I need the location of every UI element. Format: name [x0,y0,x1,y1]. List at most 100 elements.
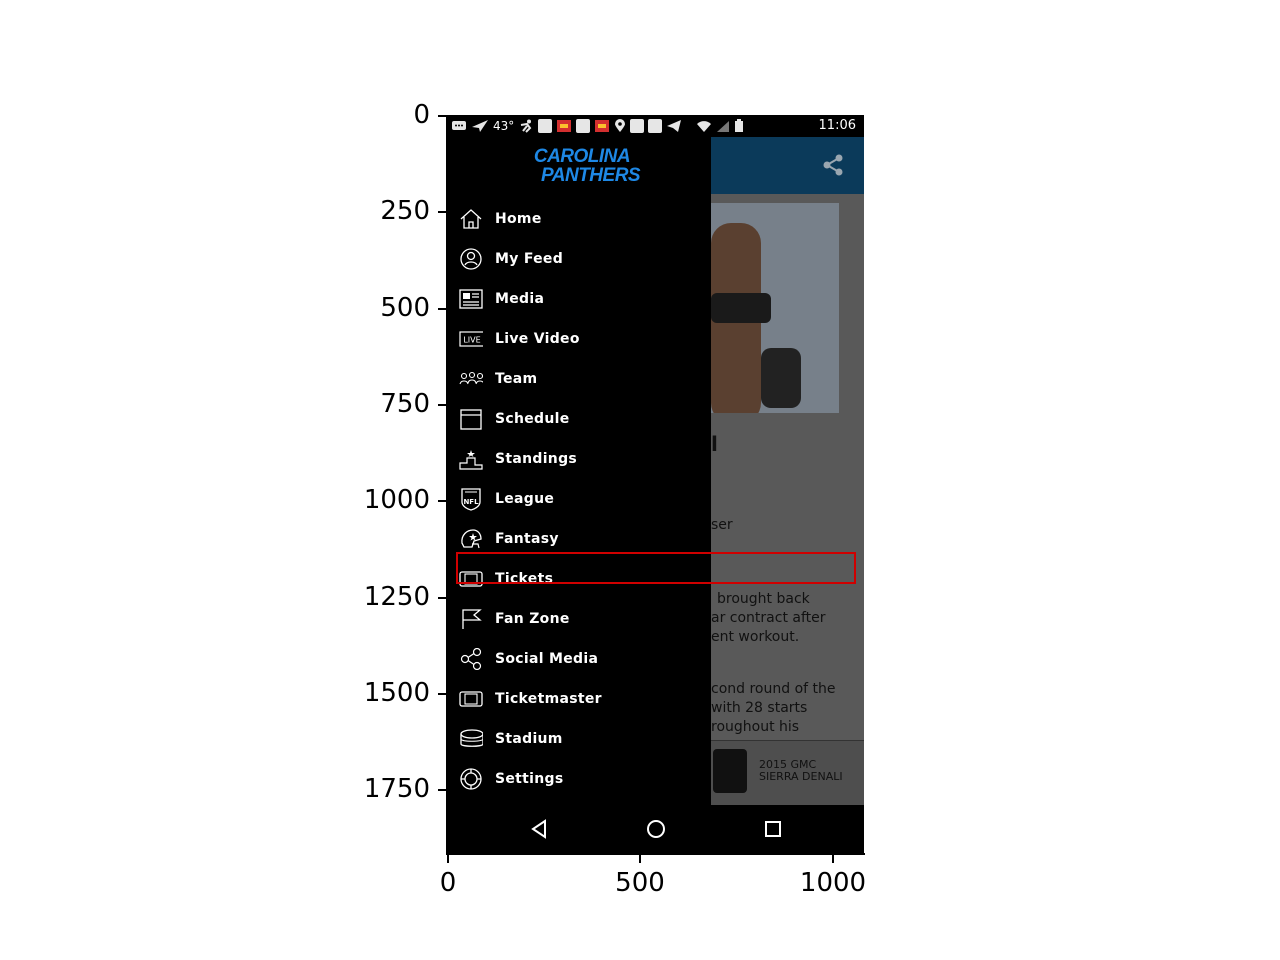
x-tick-mark [639,855,641,863]
status-bar: 43° 11:06 [447,115,864,137]
y-tick-label: 1000 [363,485,430,516]
x-tick-label: 1000 [799,868,867,898]
x-tick-label: 0 [439,868,457,898]
y-tick-mark [438,692,446,695]
location-icon [614,119,626,133]
article-photo [711,203,839,413]
menu-item-team[interactable]: Team [447,359,711,399]
plane-icon [471,119,489,133]
highlight-box [456,552,856,584]
menu-item-settings[interactable]: Settings [447,759,711,799]
menu-item-stadium[interactable]: Stadium [447,719,711,759]
y-tick-mark [438,403,446,406]
podium-icon [459,447,483,471]
ad-text: 2015 GMC SIERRA DENALI [759,758,843,783]
logo-line-1: CAROLINA [533,146,631,167]
signal-icon [716,120,730,133]
ticket-icon [459,687,483,711]
temperature: 43° [493,119,515,133]
menu-item-fan-zone[interactable]: Fan Zone [447,599,711,639]
menu-label: My Feed [495,251,564,267]
menu-item-schedule[interactable]: Schedule [447,399,711,439]
y-tick-mark [438,115,446,117]
runner-icon [518,119,534,133]
menu-label: Fan Zone [495,611,570,627]
navigation-drawer: CAROLINA PANTHERS Home My Feed Media LIV… [447,137,711,805]
y-tick-label: 750 [380,388,430,419]
pow-icon [594,119,610,133]
x-tick-mark [447,855,449,863]
y-tick-mark [438,500,446,503]
menu-item-standings[interactable]: Standings [447,439,711,479]
pow-icon [556,119,572,133]
group-icon [459,367,483,391]
flag-icon [459,607,483,631]
user-circle-icon [459,247,483,271]
x-tick-label: 500 [615,868,665,898]
helmet-icon [459,527,483,551]
menu-label: Standings [495,451,578,467]
truck-image [713,749,747,793]
menu-item-ticketmaster[interactable]: Ticketmaster [447,679,711,719]
menu-label: Media [495,291,545,307]
system-nav-bar [447,805,864,855]
menu-label: Live Video [495,331,580,347]
recents-button[interactable] [764,819,782,843]
home-button[interactable] [646,819,666,843]
share-icon[interactable] [822,154,844,180]
wifi-icon [696,120,712,133]
background-article: l ser brought back ar contract after ent… [711,137,864,805]
menu-item-media[interactable]: Media [447,279,711,319]
battery-icon [734,119,744,133]
article-text-line: roughout his [711,719,800,735]
menu-label: Settings [495,771,564,787]
menu-item-social-media[interactable]: Social Media [447,639,711,679]
menu-item-live-video[interactable]: LIVE Live Video [447,319,711,359]
y-tick-label: 0 [413,100,430,130]
stadium-icon [459,727,483,751]
telegram-icon [666,119,682,133]
notification-icon [630,119,645,133]
x-tick-mark [832,855,834,863]
newspaper-icon [459,287,483,311]
share-nodes-icon [459,647,483,671]
team-logo[interactable]: CAROLINA PANTHERS [527,146,641,186]
gear-icon [459,767,483,791]
y-tick-label: 250 [380,196,430,227]
y-tick-mark [438,211,446,214]
menu-item-my-feed[interactable]: My Feed [447,239,711,279]
menu-label: Team [495,371,538,387]
nfl-shield-icon: NFL [459,487,483,511]
menu-label: League [495,491,555,507]
phone-screen: 43° 11:06 l ser brought back ar contract… [447,115,864,855]
live-icon: LIVE [459,327,483,351]
menu-label: Schedule [495,411,570,427]
notification-icon [648,119,663,133]
menu-label: Ticketmaster [495,691,602,707]
menu-label: Fantasy [495,531,559,547]
y-tick-mark [438,307,446,310]
article-byline: ser [711,517,733,533]
notification-icon [538,119,553,133]
home-icon [459,207,483,231]
menu-label: Social Media [495,651,599,667]
svg-text:NFL: NFL [463,498,479,506]
y-tick-label: 500 [380,292,430,323]
article-text-line: cond round of the [711,681,836,697]
message-icon [451,120,467,132]
ad-banner[interactable]: 2015 GMC SIERRA DENALI [711,740,864,805]
article-headline: l [711,432,718,456]
y-tick-label: 1250 [363,581,430,612]
article-text-line: ar contract after [711,610,826,626]
notification-icon [576,119,591,133]
y-tick-mark [438,789,446,792]
logo-line-2: PANTHERS [541,165,641,186]
article-text-line: brought back [717,591,810,607]
menu-item-league[interactable]: NFL League [447,479,711,519]
back-button[interactable] [530,819,548,843]
y-tick-label: 1750 [363,774,430,805]
y-tick-label: 1500 [363,677,430,708]
svg-text:LIVE: LIVE [463,336,480,345]
y-tick-mark [438,596,446,599]
menu-item-home[interactable]: Home [447,199,711,239]
